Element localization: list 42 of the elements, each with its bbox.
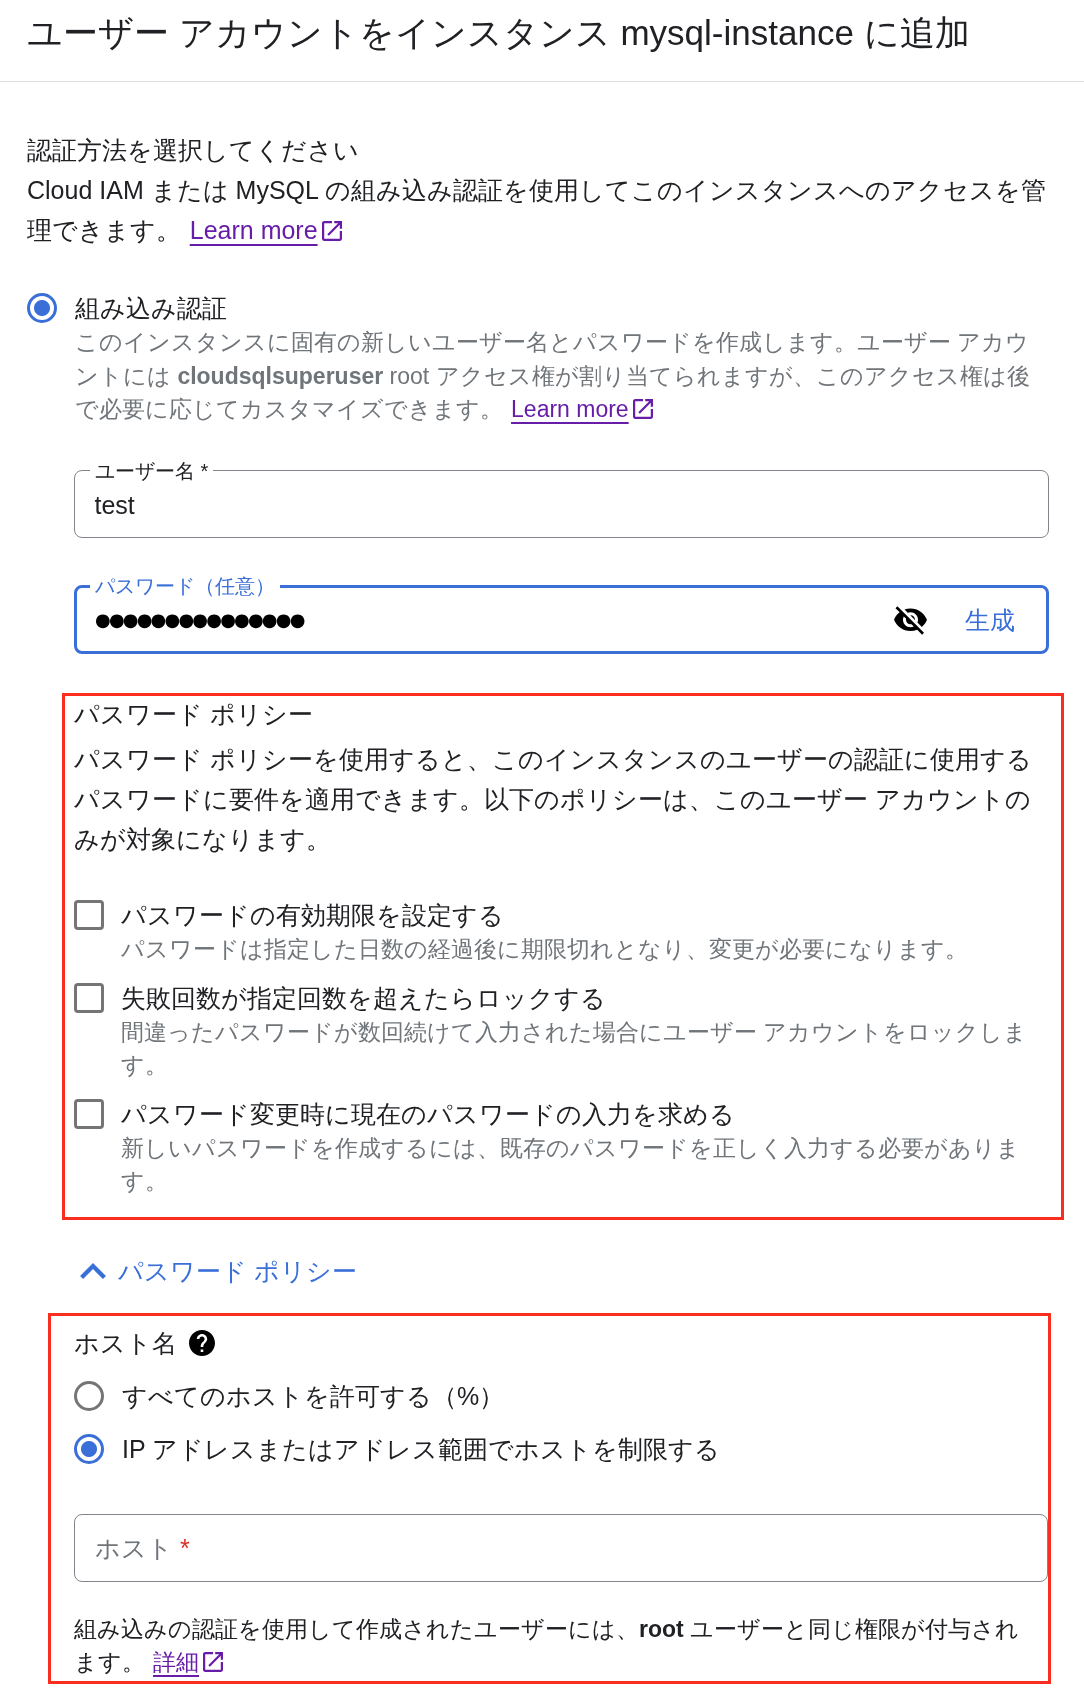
- external-link-icon: [203, 1651, 224, 1672]
- field-label: ホスト: [94, 1533, 173, 1562]
- host-field[interactable]: ホスト *: [74, 1513, 1048, 1582]
- option-label: パスワードの有効期限を設定する: [121, 900, 504, 931]
- option-label: パスワード変更時に現在のパスワードの入力を求める: [121, 1098, 735, 1130]
- checkbox[interactable]: [74, 900, 104, 930]
- option-label: 組み込み認証: [75, 293, 227, 324]
- policy-description: パスワード ポリシーを使用すると、このインスタンスのユーザーの認証に使用するパスワードに要件を適用できます。以下のポリシーは、このユーザー アカウントのみが対象になります。: [74, 744, 1033, 855]
- field-label: パスワード（任意）: [95, 575, 275, 597]
- details-link[interactable]: 詳細: [153, 1648, 224, 1675]
- section-heading: パスワード ポリシー: [74, 699, 313, 730]
- radio-button[interactable]: [74, 1380, 104, 1411]
- learn-more-link[interactable]: Learn more: [189, 216, 342, 244]
- checkbox[interactable]: [74, 982, 104, 1013]
- field-value: test: [94, 489, 135, 521]
- password-field[interactable]: パスワード（任意） ●●●●●●●●●●●●●●● 生成: [74, 574, 1049, 654]
- radio-button[interactable]: [27, 293, 57, 323]
- help-icon[interactable]: [189, 1329, 215, 1356]
- option-description: このインスタンスに固有の新しいユーザー名とパスワードを作成します。ユーザー アカウントには cloudsqlsuperuser root アクセス権が割り当てられますが、このアクセス権は後で必要に応じてカスタマイズできます。 Learn more: [75, 328, 1031, 424]
- required-mark: *: [200, 459, 209, 482]
- external-link-icon: [321, 221, 342, 241]
- intro-text: Cloud IAM または MySQL の組み込み認証を使用してこのインスタンスへのアクセスを管理できます。 Learn more: [27, 175, 1047, 246]
- option-description: 間違ったパスワードが数回続けて入力された場合にユーザー アカウントをロックします。: [121, 1017, 1029, 1080]
- external-link-icon: [632, 399, 653, 419]
- section-heading: 認証方法を選択してください: [27, 135, 359, 166]
- host-note: 組み込みの認証を使用して作成されたユーザーには、root ユーザーと同じ権限が付与されます。 詳細: [74, 1614, 1021, 1677]
- radio-button[interactable]: [74, 1433, 104, 1464]
- checkbox[interactable]: [74, 1098, 104, 1129]
- option-description: 新しいパスワードを作成するには、既存のパスワードを正しく入力する必要があります。: [121, 1133, 1021, 1196]
- dialog-title: ユーザー アカウントをインスタンス mysql-instance に追加: [27, 12, 970, 54]
- section-heading: ホスト名: [74, 1327, 177, 1359]
- option-description: パスワードは指定した日数の経過後に期限切れとなり、変更が必要になります。: [121, 935, 968, 964]
- section-toggle-button[interactable]: パスワード ポリシー: [80, 1252, 357, 1289]
- field-label: ユーザー名: [94, 459, 195, 482]
- masked-value: ●●●●●●●●●●●●●●●: [95, 608, 304, 632]
- option-label: IP アドレスまたはアドレス範囲でホストを制限する: [122, 1433, 721, 1465]
- required-mark: *: [180, 1533, 190, 1562]
- option-label: すべてのホストを許可する（%）: [122, 1380, 505, 1412]
- learn-more-link[interactable]: Learn more: [511, 396, 653, 422]
- eye-slash-icon[interactable]: [894, 605, 927, 635]
- generate-button[interactable]: 生成: [965, 602, 1015, 638]
- option-label: 失敗回数が指定回数を超えたらロックする: [121, 982, 606, 1014]
